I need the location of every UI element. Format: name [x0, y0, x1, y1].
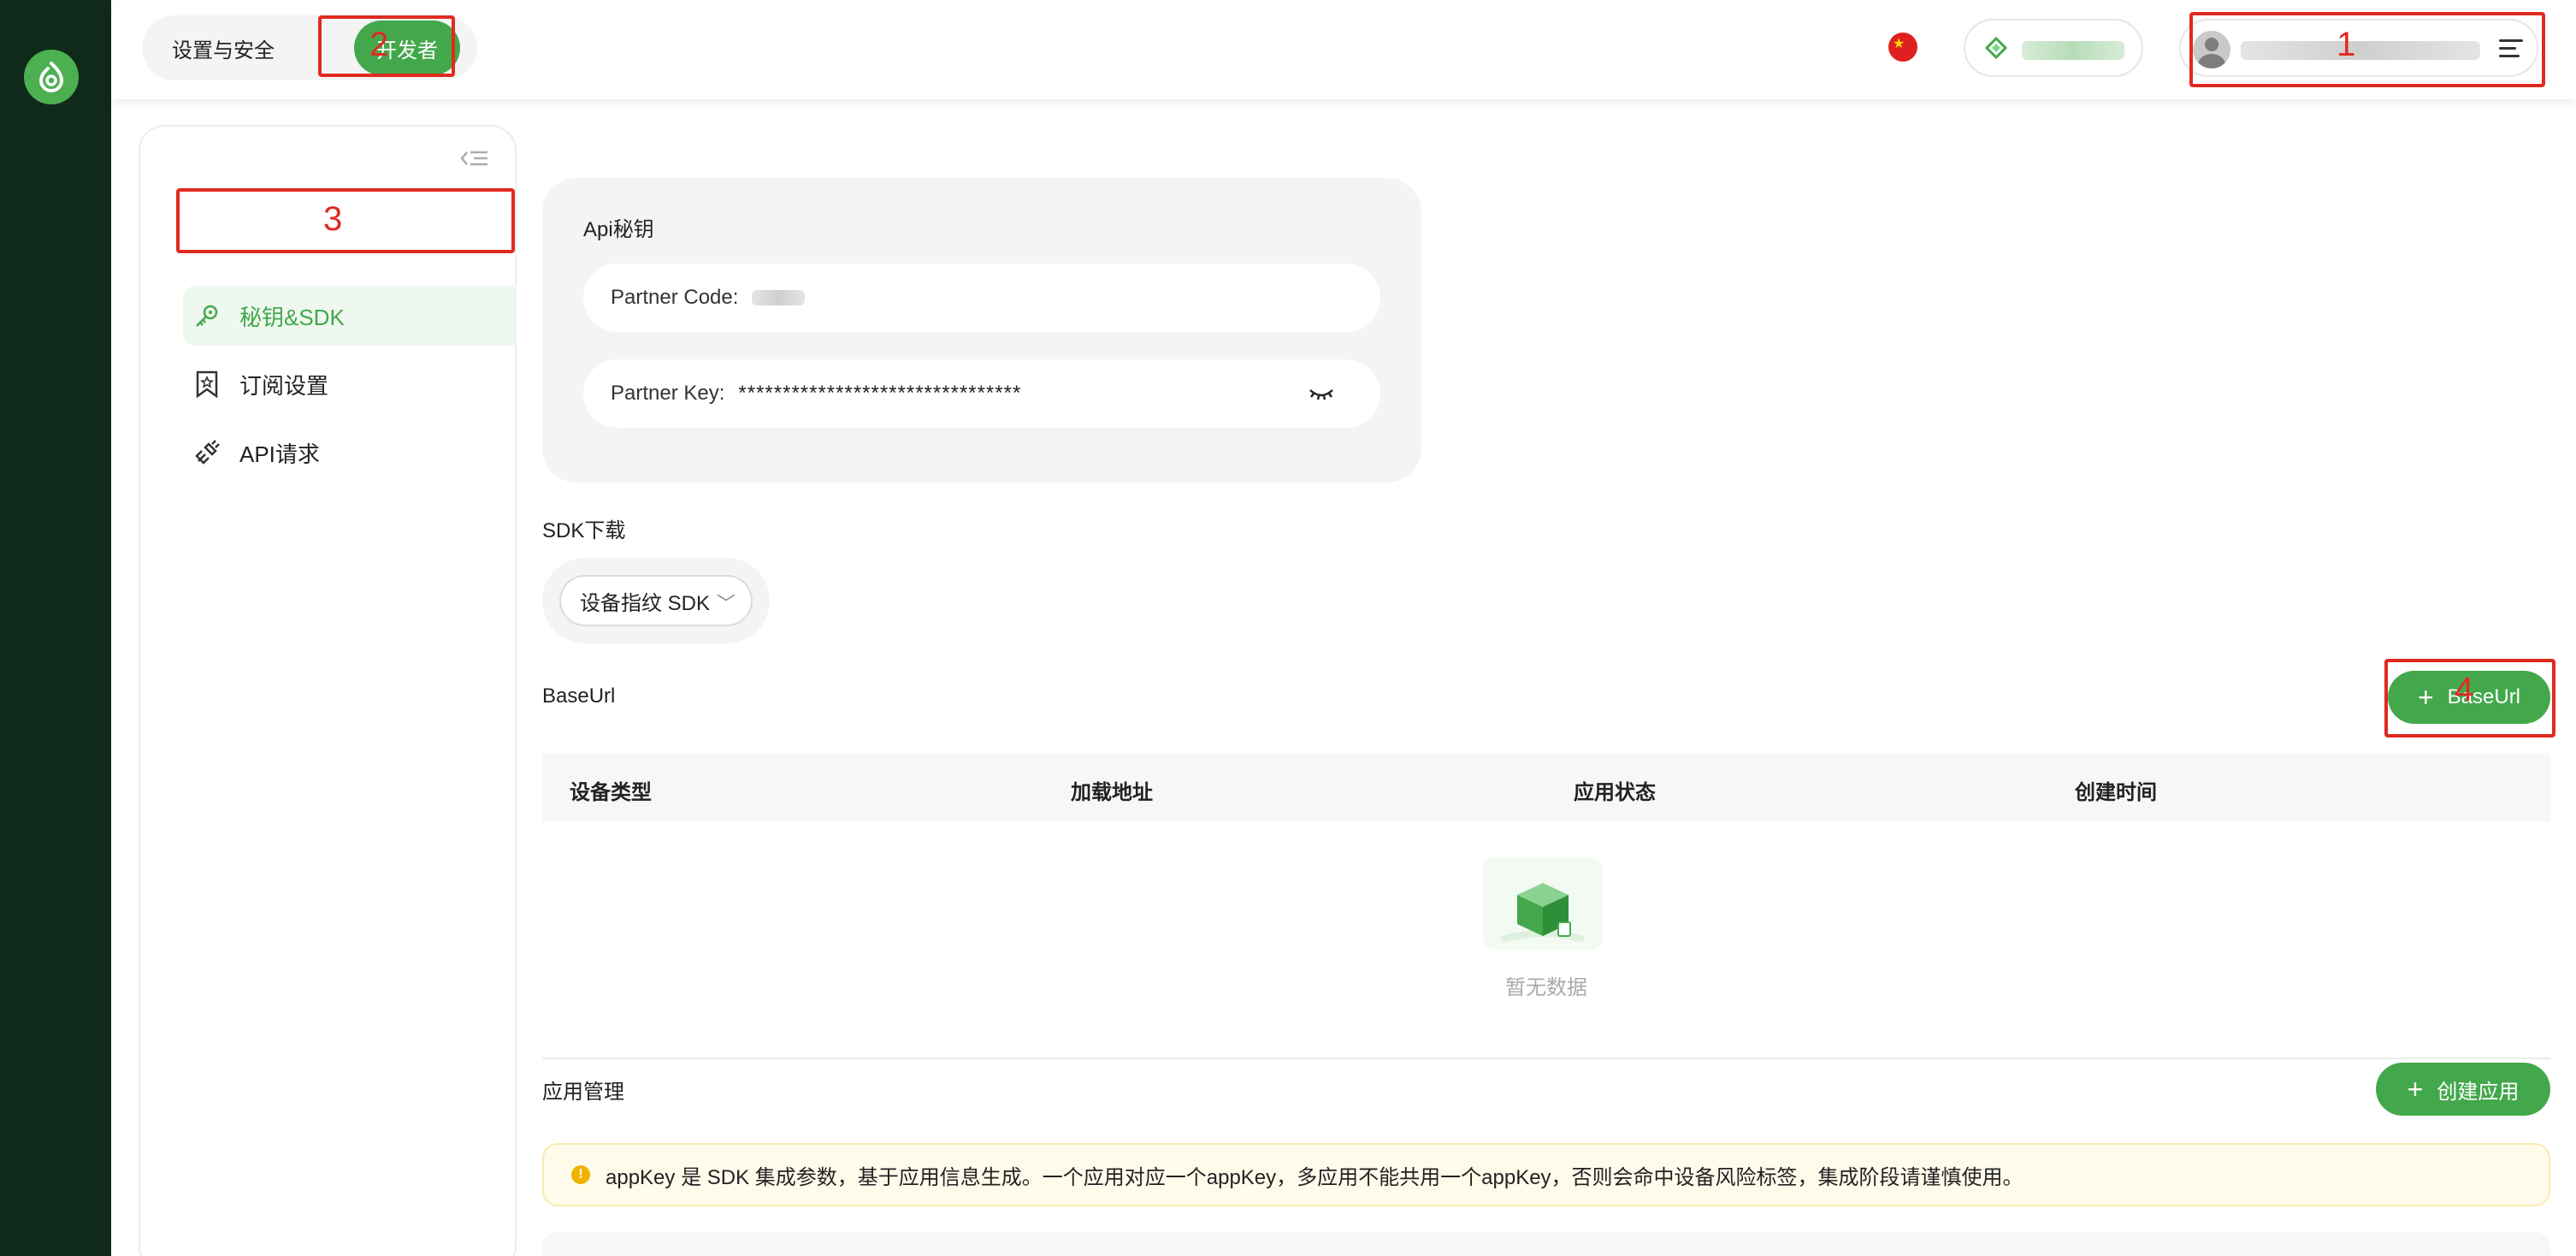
partner-code-label: Partner Code:: [611, 286, 739, 309]
vip-badge-button[interactable]: [1964, 19, 2143, 77]
annotation-number-3: 3: [323, 200, 343, 238]
sdk-select[interactable]: 设备指纹 SDK ﹀: [559, 575, 753, 626]
appkey-notice: ! appKey 是 SDK 集成参数，基于应用信息生成。一个应用对应一个app…: [542, 1143, 2550, 1206]
key-icon: [192, 300, 222, 331]
empty-box-icon: [1483, 857, 1603, 950]
vip-info-redacted: [2022, 41, 2124, 60]
sdk-selector-wrap: 设备指纹 SDK ﹀: [542, 558, 770, 643]
section-divider: [542, 1058, 2550, 1059]
bookmark-icon: [192, 369, 222, 400]
annotation-box-3: [176, 188, 515, 253]
plug-icon: [192, 437, 222, 468]
eye-closed-icon[interactable]: [1309, 385, 1334, 402]
app-table-header: [542, 1232, 2550, 1256]
sdk-select-value: 设备指纹 SDK: [580, 591, 711, 615]
annotation-number-1: 1: [2337, 26, 2356, 63]
column-created-time: 创建时间: [2075, 781, 2157, 804]
baseurl-table-header: 设备类型 加载地址 应用状态 创建时间: [542, 753, 2550, 821]
partner-key-field: Partner Key: ***************************…: [583, 359, 1380, 428]
cn-flag-icon[interactable]: ★: [1888, 33, 1917, 62]
tab-settings-security[interactable]: 设置与安全: [159, 21, 287, 75]
api-keys-card: Api秘钥 Partner Code: Partner Key: *******…: [542, 178, 1421, 483]
column-load-url: 加载地址: [1071, 781, 1153, 804]
sidebar-item-label: API请求: [239, 441, 320, 467]
empty-text: 暂无数据: [1505, 976, 1587, 999]
annotation-number-2: 2: [369, 26, 389, 63]
appkey-notice-text: appKey 是 SDK 集成参数，基于应用信息生成。一个应用对应一个appKe…: [606, 1165, 2024, 1189]
app-rail: [0, 0, 111, 1256]
sidebar-item-keys-sdk[interactable]: 秘钥&SDK: [183, 286, 517, 346]
annotation-box-1: [2189, 12, 2545, 87]
baseurl-title: BaseUrl: [542, 684, 616, 708]
partner-code-redacted[interactable]: [752, 290, 806, 305]
sidebar: 秘钥&SDK 订阅设置 API请求: [139, 125, 517, 1256]
app-logo-icon[interactable]: [24, 50, 79, 104]
partner-code-field: Partner Code:: [583, 264, 1380, 332]
plus-icon: +: [2407, 1074, 2424, 1105]
sidebar-item-label: 订阅设置: [239, 372, 329, 399]
partner-key-value[interactable]: ********************************: [738, 382, 1021, 406]
partner-key-label: Partner Key:: [611, 382, 725, 405]
column-device-type: 设备类型: [570, 781, 652, 804]
diamond-icon: [1984, 36, 2008, 60]
sdk-download-title: SDK下载: [542, 519, 626, 542]
sidebar-item-api-requests[interactable]: API请求: [183, 423, 517, 483]
create-app-label: 创建应用: [2437, 1080, 2520, 1104]
info-icon: !: [571, 1165, 590, 1184]
collapse-sidebar-icon[interactable]: [460, 149, 489, 168]
api-keys-title: Api秘钥: [583, 218, 654, 241]
annotation-number-4: 4: [2455, 671, 2474, 708]
column-app-status: 应用状态: [1574, 781, 1656, 804]
app-management-title: 应用管理: [542, 1081, 624, 1104]
chevron-down-icon: ﹀: [716, 593, 736, 614]
create-app-button[interactable]: + 创建应用: [2376, 1063, 2550, 1116]
main-content: Api秘钥 Partner Code: Partner Key: *******…: [542, 99, 2576, 1256]
sidebar-item-label: 秘钥&SDK: [239, 304, 345, 330]
sidebar-item-subscription[interactable]: 订阅设置: [183, 354, 517, 414]
